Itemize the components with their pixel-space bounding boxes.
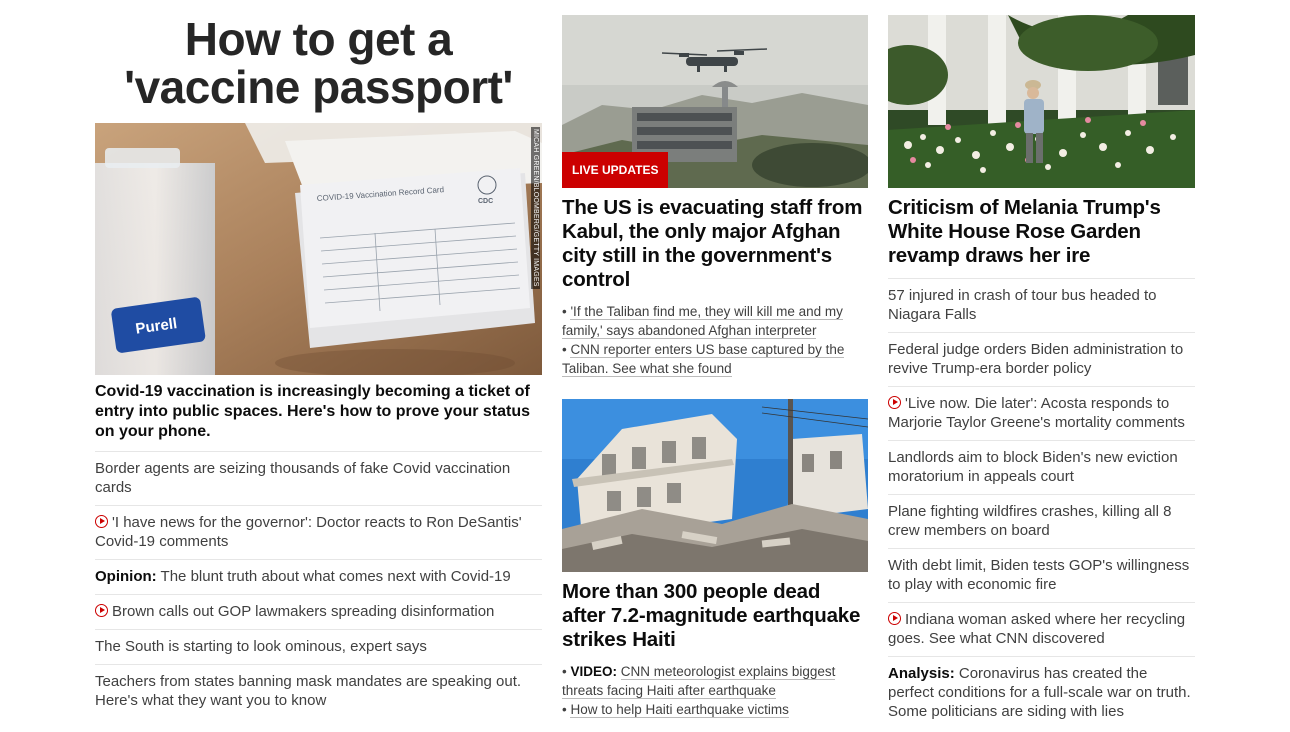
rose-garden-photo[interactable] <box>888 15 1195 188</box>
list-item[interactable]: Federal judge orders Biden administratio… <box>888 332 1195 386</box>
haiti-photo[interactable] <box>562 399 868 572</box>
haiti-story: More than 300 people dead after 7.2-magn… <box>562 399 868 719</box>
list-item[interactable]: Border agents are seizing thousands of f… <box>95 451 542 505</box>
live-updates-badge: LIVE UPDATES <box>562 152 669 188</box>
top-story-column: How to get a 'vaccine passport' COVID-19… <box>95 0 542 718</box>
related-item: • 'If the Taliban find me, they will kil… <box>562 304 843 339</box>
related-item: • VIDEO: CNN meteorologist explains bigg… <box>562 664 836 699</box>
kabul-headline[interactable]: The US is evacuating staff from Kabul, t… <box>562 196 868 292</box>
analysis-label: Analysis: <box>888 665 955 682</box>
list-item[interactable]: Landlords aim to block Biden's new evict… <box>888 440 1195 494</box>
right-column: Criticism of Melania Trump's White House… <box>888 0 1195 729</box>
play-icon <box>888 612 901 625</box>
kabul-story: LIVE UPDATES The US is evacuating staff … <box>562 15 868 378</box>
related-link[interactable]: How to help Haiti earthquake victims <box>570 702 789 718</box>
photo-credit: MICAH GREEN/BLOOMBERG/GETTY IMAGES <box>531 127 540 289</box>
haiti-headline[interactable]: More than 300 people dead after 7.2-magn… <box>562 580 868 652</box>
list-item[interactable]: 'I have news for the governor': Doctor r… <box>95 505 542 559</box>
play-icon <box>95 515 108 528</box>
col1-headline-list: Border agents are seizing thousands of f… <box>95 451 542 718</box>
list-item[interactable]: Opinion: The blunt truth about what come… <box>95 559 542 594</box>
rose-garden-image <box>888 15 1195 188</box>
related-link[interactable]: 'If the Taliban find me, they will kill … <box>562 304 843 339</box>
list-item[interactable]: 57 injured in crash of tour bus headed t… <box>888 278 1195 332</box>
kabul-photo[interactable]: LIVE UPDATES <box>562 15 868 188</box>
video-label: VIDEO: <box>570 664 617 679</box>
list-item[interactable]: Indiana woman asked where her recycling … <box>888 602 1195 656</box>
cdc-logo-text: CDC <box>478 198 493 205</box>
col3-headline-list: 57 injured in crash of tour bus headed t… <box>888 278 1195 729</box>
opinion-label: Opinion: <box>95 568 157 585</box>
list-item[interactable]: Brown calls out GOP lawmakers spreading … <box>95 594 542 629</box>
vaccine-card-photo[interactable]: COVID-19 Vaccination Record Card CDC Pur… <box>95 123 542 375</box>
haiti-earthquake-image <box>562 399 868 572</box>
hero-title-link[interactable]: How to get a 'vaccine passport' <box>95 15 542 111</box>
lead-story-text[interactable]: Covid-19 vaccination is increasingly bec… <box>95 382 542 442</box>
middle-column: LIVE UPDATES The US is evacuating staff … <box>562 0 868 719</box>
list-item[interactable]: Teachers from states banning mask mandat… <box>95 664 542 718</box>
rose-garden-headline[interactable]: Criticism of Melania Trump's White House… <box>888 196 1195 268</box>
play-icon <box>888 396 901 409</box>
list-item[interactable]: With debt limit, Biden tests GOP's willi… <box>888 548 1195 602</box>
haiti-related-list: • VIDEO: CNN meteorologist explains bigg… <box>562 662 868 719</box>
list-item[interactable]: Analysis: Coronavirus has created the pe… <box>888 656 1195 729</box>
related-item: • How to help Haiti earthquake victims <box>562 702 789 718</box>
list-item[interactable]: 'Live now. Die later': Acosta responds t… <box>888 386 1195 440</box>
list-item[interactable]: The South is starting to look ominous, e… <box>95 629 542 664</box>
vaccine-card-image: COVID-19 Vaccination Record Card CDC Pur… <box>95 123 542 375</box>
homepage-zone: How to get a 'vaccine passport' COVID-19… <box>0 0 1290 732</box>
related-item: • CNN reporter enters US base captured b… <box>562 342 845 377</box>
kabul-related-list: • 'If the Taliban find me, they will kil… <box>562 302 868 378</box>
play-icon <box>95 604 108 617</box>
list-item[interactable]: Plane fighting wildfires crashes, killin… <box>888 494 1195 548</box>
related-link[interactable]: CNN reporter enters US base captured by … <box>562 342 845 377</box>
